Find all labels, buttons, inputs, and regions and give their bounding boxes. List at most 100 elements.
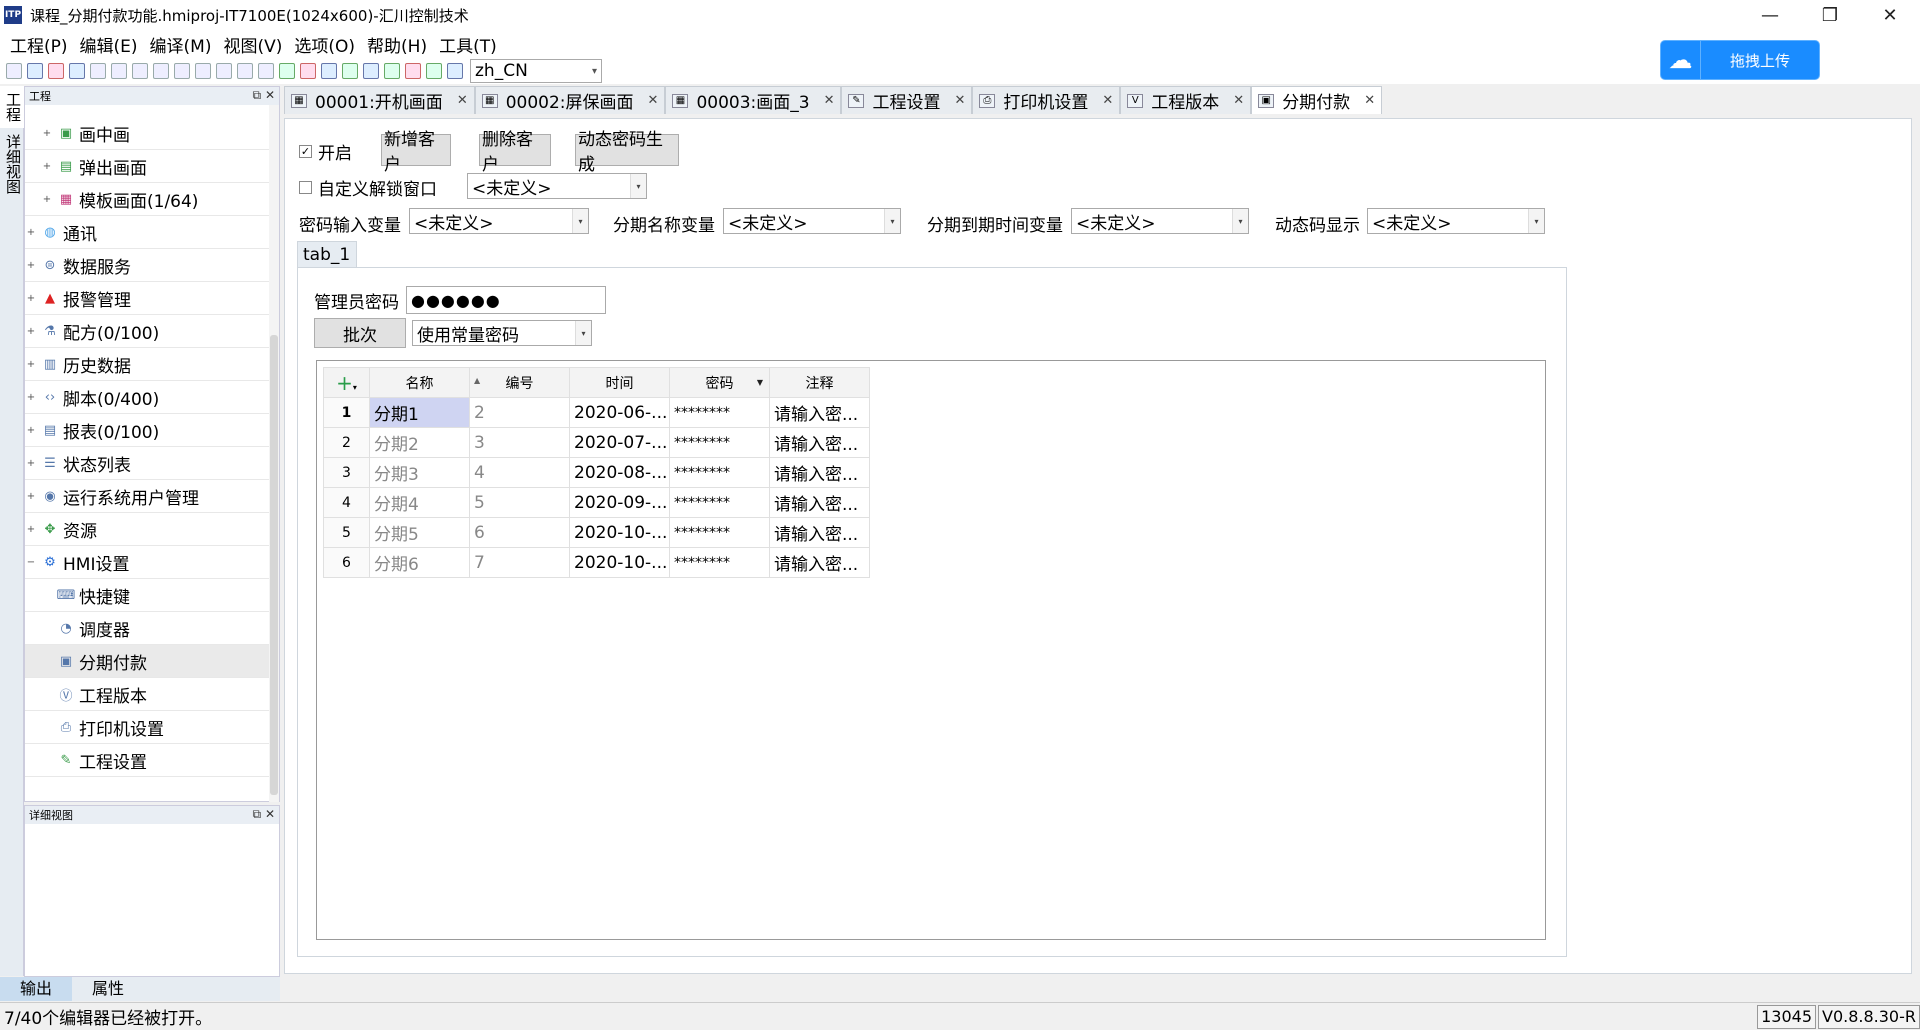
tree-item[interactable]: + ▥ 历史数据	[25, 348, 270, 381]
cell-number[interactable]: 3	[469, 427, 570, 458]
cell-name[interactable]: 分期3	[369, 457, 470, 488]
admin-password-input[interactable]: ●●●●●●	[406, 286, 606, 314]
menu-edit[interactable]: 编辑(E)	[74, 32, 144, 57]
cell-password[interactable]: ********	[669, 457, 770, 488]
vtab-detail-view[interactable]: 详细视图	[0, 128, 27, 200]
menu-tools[interactable]: 工具(T)	[433, 32, 503, 57]
refresh-icon[interactable]	[384, 63, 400, 79]
row-number[interactable]: 1	[323, 397, 370, 428]
vtab-project[interactable]: 工程	[0, 86, 27, 128]
doc-tab[interactable]: ▦ 00001:开机画面 ✕	[284, 86, 475, 114]
drag-upload-button[interactable]: ☁ 拖拽上传	[1660, 40, 1820, 80]
table-row[interactable]: 4 分期4 5 2020-09-... ******** 请输入密...	[323, 487, 870, 518]
row-number[interactable]: 4	[323, 487, 370, 518]
custom-unlock-row[interactable]: 自定义解锁窗口	[299, 175, 437, 200]
cell-name[interactable]: 分期2	[369, 427, 470, 458]
doc-tab[interactable]: ✎ 工程设置 ✕	[841, 86, 973, 114]
tab-output[interactable]: 输出	[0, 977, 73, 1001]
tree-item[interactable]: + ▤ 弹出画面	[25, 150, 270, 183]
menu-compile[interactable]: 编译(M)	[144, 32, 218, 57]
tree-item[interactable]: ◔ 调度器	[25, 612, 270, 645]
tab-properties[interactable]: 属性	[72, 977, 144, 1001]
filter-icon[interactable]: ▼	[757, 378, 763, 387]
tree-item[interactable]: + ‹› 脚本(0/400)	[25, 381, 270, 414]
expand-icon[interactable]: +	[41, 161, 53, 172]
online-sim-icon[interactable]	[321, 63, 337, 79]
minimize-button[interactable]: —	[1740, 0, 1800, 30]
close-tab-icon[interactable]: ✕	[824, 93, 835, 108]
cell-password[interactable]: ********	[669, 487, 770, 518]
cell-time[interactable]: 2020-09-...	[569, 487, 670, 518]
expand-icon[interactable]: +	[25, 425, 37, 436]
cell-password[interactable]: ********	[669, 397, 770, 428]
cell-time[interactable]: 2020-10-...	[569, 547, 670, 578]
col-name[interactable]: 名称	[369, 367, 470, 398]
cell-time[interactable]: 2020-07-...	[569, 427, 670, 458]
tree-item[interactable]: + ▲ 报警管理	[25, 282, 270, 315]
add-customer-button[interactable]: 新增客户	[381, 130, 451, 175]
generate-dynamic-password-button[interactable]: 动态密码生成	[575, 130, 679, 175]
close-tab-icon[interactable]: ✕	[1102, 93, 1113, 108]
col-note[interactable]: 注释	[769, 367, 870, 398]
enable-checkbox-row[interactable]: ✓ 开启	[299, 139, 352, 164]
tree-item[interactable]: + ▦ 模板画面(1/64)	[25, 183, 270, 216]
table-row[interactable]: 3 分期3 4 2020-08-... ******** 请输入密...	[323, 457, 870, 488]
replace-icon[interactable]	[237, 63, 253, 79]
undo-icon[interactable]	[111, 63, 127, 79]
close-panel-icon[interactable]: ✕	[265, 807, 275, 821]
cell-note[interactable]: 请输入密...	[769, 427, 870, 458]
cut-icon[interactable]	[153, 63, 169, 79]
doc-tab[interactable]: ▦ 00003:画面_3 ✕	[665, 86, 842, 114]
close-tab-icon[interactable]: ✕	[954, 93, 965, 108]
tree-item[interactable]: + ⚗ 配方(0/100)	[25, 315, 270, 348]
upload-icon[interactable]	[363, 63, 379, 79]
expand-icon[interactable]: +	[25, 359, 37, 370]
cell-name[interactable]: 分期1	[369, 397, 470, 428]
network-icon[interactable]	[405, 63, 421, 79]
cell-name[interactable]: 分期4	[369, 487, 470, 518]
offline-sim-icon[interactable]	[300, 63, 316, 79]
col-password[interactable]: 密码 ▼	[669, 367, 770, 398]
expand-icon[interactable]: −	[25, 557, 37, 568]
tree-item[interactable]: ⌨ 快捷键	[25, 579, 270, 612]
tree-item[interactable]: + ✥ 资源	[25, 513, 270, 546]
expand-icon[interactable]: +	[41, 128, 53, 139]
col-time[interactable]: 时间	[569, 367, 670, 398]
tree-item[interactable]: + ◍ 通讯	[25, 216, 270, 249]
cell-number[interactable]: 2	[469, 397, 570, 428]
cell-number[interactable]: 4	[469, 457, 570, 488]
password-mode-select[interactable]: 使用常量密码 ▾	[412, 320, 592, 346]
cell-number[interactable]: 6	[469, 517, 570, 548]
col-number[interactable]: ▲ 编号	[469, 367, 570, 398]
close-tab-icon[interactable]: ✕	[1233, 93, 1244, 108]
installment-name-var-select[interactable]: <未定义> ▾	[723, 208, 901, 234]
tree-item[interactable]: Ⓥ 工程版本	[25, 678, 270, 711]
tree-item[interactable]: − ⚙ HMI设置	[25, 546, 270, 579]
tree-scrollbar[interactable]	[269, 105, 279, 802]
cell-note[interactable]: 请输入密...	[769, 547, 870, 578]
enable-checkbox[interactable]: ✓	[299, 145, 312, 158]
expand-icon[interactable]: +	[41, 194, 53, 205]
expand-icon[interactable]: +	[25, 326, 37, 337]
tree-item[interactable]: + ⊜ 数据服务	[25, 249, 270, 282]
expand-icon[interactable]: +	[25, 524, 37, 535]
cell-name[interactable]: 分期5	[369, 517, 470, 548]
cell-password[interactable]: ********	[669, 547, 770, 578]
doc-tab[interactable]: ▦ 00002:屏保画面 ✕	[474, 86, 666, 114]
delete-customer-button[interactable]: 删除客户	[479, 130, 551, 175]
expand-icon[interactable]: +	[25, 227, 37, 238]
row-number[interactable]: 3	[323, 457, 370, 488]
password-input-var-select[interactable]: <未定义> ▾	[409, 208, 589, 234]
restore-button[interactable]: ❐	[1800, 0, 1860, 30]
tree-item[interactable]: ⎙ 打印机设置	[25, 711, 270, 744]
menu-options[interactable]: 选项(O)	[288, 32, 361, 57]
tree-scroll-thumb[interactable]	[270, 335, 278, 795]
tree-item[interactable]: + ☰ 状态列表	[25, 447, 270, 480]
close-tab-icon[interactable]: ✕	[1364, 93, 1375, 108]
paste-icon[interactable]	[195, 63, 211, 79]
cell-name[interactable]: 分期6	[369, 547, 470, 578]
doc-tab[interactable]: ⎙ 打印机设置 ✕	[972, 86, 1121, 114]
cell-note[interactable]: 请输入密...	[769, 457, 870, 488]
cell-note[interactable]: 请输入密...	[769, 397, 870, 428]
custom-unlock-select[interactable]: <未定义> ▾	[467, 173, 647, 199]
